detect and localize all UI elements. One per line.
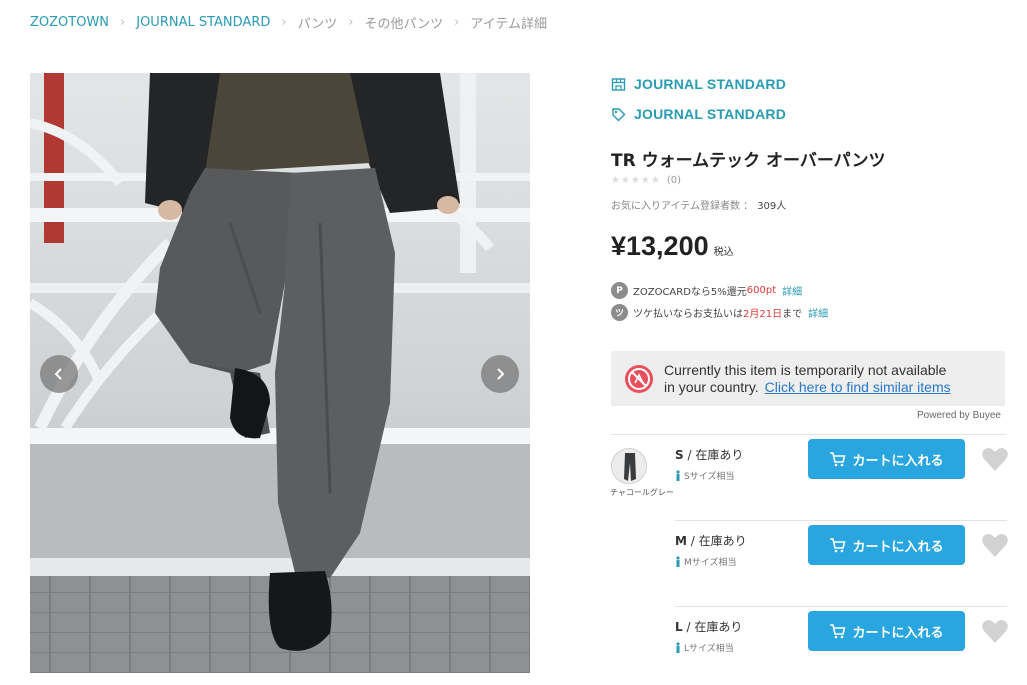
breadcrumb: ZOZOTOWN › JOURNAL STANDARD › パンツ › その他パ… <box>30 13 547 32</box>
zozocard-points: 600pt <box>746 285 777 296</box>
size-row-m: M / 在庫あり Mサイズ相当 カートに入れる <box>675 521 1009 607</box>
person-icon <box>676 470 680 481</box>
size-row-s: S / 在庫あり Sサイズ相当 カートに入れる <box>675 435 1009 521</box>
person-icon <box>676 642 680 653</box>
review-count: (0) <box>666 175 681 186</box>
size-fit: Lサイズ相当 <box>675 641 734 654</box>
chevron-left-icon <box>54 368 62 380</box>
swatch-thumbnail <box>612 449 646 483</box>
availability-line2: in your country. <box>664 378 759 395</box>
chevron-right-icon: › <box>120 15 126 30</box>
size-row-l: L / 在庫あり Lサイズ相当 カートに入れる <box>675 607 1009 685</box>
similar-items-link[interactable]: Click here to find similar items <box>765 379 951 395</box>
price-value: ¥13,200 <box>611 231 709 261</box>
chevron-right-icon: › <box>348 15 354 30</box>
breadcrumb-other-pants[interactable]: その他パンツ <box>364 13 443 32</box>
zozocard-promo: P ZOZOCARDなら5%還元 600pt 詳細 <box>611 282 802 299</box>
favorite-heart-icon[interactable] <box>981 618 1009 644</box>
size-fit: Mサイズ相当 <box>675 555 737 568</box>
chevron-right-icon: › <box>454 15 460 30</box>
brand-name: JOURNAL STANDARD <box>634 106 787 122</box>
add-to-cart-button[interactable]: カートに入れる <box>808 525 965 565</box>
cart-icon <box>830 537 847 552</box>
tax-label: 税込 <box>713 247 734 258</box>
powered-by: Powered by Buyee <box>917 410 1001 421</box>
tag-icon <box>612 107 626 121</box>
breadcrumb-zozotown[interactable]: ZOZOTOWN <box>30 15 109 30</box>
favorite-heart-icon[interactable] <box>981 446 1009 472</box>
shop-name: JOURNAL STANDARD <box>634 76 787 92</box>
tsuke-promo: ツ ツケ払いならお支払いは 2月21日 まで 詳細 <box>611 304 828 321</box>
next-image-button[interactable] <box>481 355 519 393</box>
size-label: L / 在庫あり <box>675 620 743 634</box>
unavailable-icon <box>625 364 653 393</box>
cart-icon <box>830 451 847 466</box>
breadcrumb-pants[interactable]: パンツ <box>298 13 338 32</box>
size-label: S / 在庫あり <box>675 448 744 462</box>
chevron-right-icon <box>497 368 505 380</box>
favorite-heart-icon[interactable] <box>981 532 1009 558</box>
person-icon <box>676 556 680 567</box>
size-label: M / 在庫あり <box>675 534 747 548</box>
breadcrumb-shop[interactable]: JOURNAL STANDARD <box>136 15 270 30</box>
rating[interactable]: ★★★★★ (0) <box>611 175 681 186</box>
product-title: TR ウォームテック オーバーパンツ <box>611 151 886 171</box>
points-icon: P <box>611 282 628 299</box>
favorites-value: 309人 <box>757 201 787 212</box>
tsuke-suffix: まで <box>782 309 803 320</box>
star-rating-icon: ★★★★★ <box>611 175 661 186</box>
availability-notice: Currently this item is temporarily not a… <box>611 351 1005 406</box>
chevron-right-icon: › <box>281 15 287 30</box>
favorites-label: お気に入りアイテム登録者数 ： <box>611 201 754 212</box>
favorites-count: お気に入りアイテム登録者数 ： 309人 <box>611 197 786 212</box>
color-name: チャコールグレー <box>610 488 674 497</box>
breadcrumb-item-detail: アイテム詳細 <box>470 17 547 32</box>
zozocard-detail-link[interactable]: 詳細 <box>782 283 802 298</box>
tsuke-text: ツケ払いならお支払いは <box>633 309 743 320</box>
tsuke-detail-link[interactable]: 詳細 <box>808 305 828 320</box>
add-to-cart-button[interactable]: カートに入れる <box>808 439 965 479</box>
availability-line1: Currently this item is temporarily not a… <box>664 361 947 378</box>
shop-icon <box>611 77 626 91</box>
product-image[interactable] <box>30 73 530 673</box>
tsuke-date: 2月21日 <box>743 309 783 320</box>
color-swatch[interactable] <box>611 448 647 484</box>
tsuke-icon: ツ <box>611 304 628 321</box>
price: ¥13,200 税込 <box>611 231 734 262</box>
previous-image-button[interactable] <box>40 355 78 393</box>
add-to-cart-button[interactable]: カートに入れる <box>808 611 965 651</box>
brand-link[interactable]: JOURNAL STANDARD <box>611 106 786 122</box>
product-photo-illustration <box>30 73 530 673</box>
shop-link[interactable]: JOURNAL STANDARD <box>611 76 786 92</box>
size-fit: Sサイズ相当 <box>675 469 734 482</box>
cart-icon <box>830 623 847 638</box>
zozocard-text: ZOZOCARDなら5%還元 <box>633 287 747 298</box>
